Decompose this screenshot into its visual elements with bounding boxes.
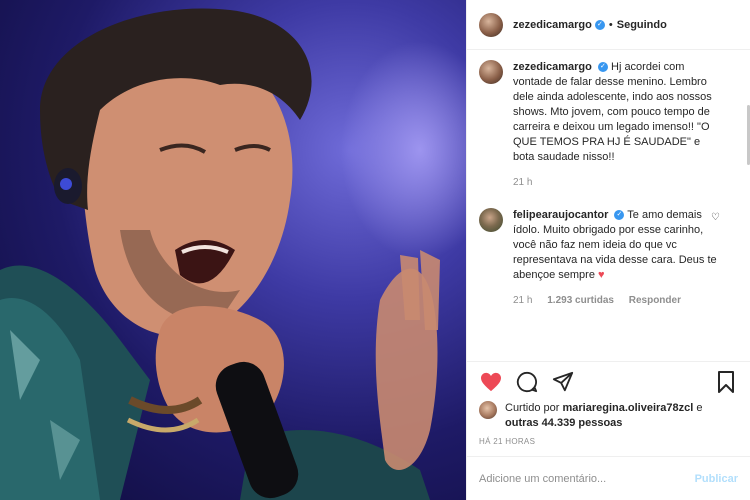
- comment-like-heart-icon[interactable]: ♡: [711, 212, 720, 223]
- share-button[interactable]: [551, 370, 575, 394]
- likes-prefix: Curtido por: [505, 402, 560, 414]
- comment-icon: [516, 371, 538, 392]
- likes-and: e: [696, 402, 703, 414]
- caption-text: Hj acordei com vontade de falar desse me…: [513, 61, 712, 163]
- following-button[interactable]: Seguindo: [617, 19, 667, 31]
- bookmark-icon: [718, 370, 734, 393]
- comment-input[interactable]: [479, 472, 687, 485]
- caption-avatar[interactable]: [479, 60, 503, 84]
- author-username[interactable]: zezedicamargo: [513, 19, 592, 31]
- comment-button[interactable]: [515, 370, 539, 394]
- comments-list[interactable]: zezedicamargo ✓ Hj acordei com vontade d…: [467, 50, 750, 361]
- add-comment-bar: Publicar: [467, 456, 750, 500]
- like-button[interactable]: [479, 370, 503, 394]
- post-header: zezedicamargo ✓ • Seguindo: [467, 0, 750, 50]
- verified-badge-icon: ✓: [614, 210, 625, 221]
- action-bar: [467, 361, 750, 401]
- likes-others[interactable]: outras 44.339 pessoas: [505, 417, 622, 429]
- caption-author[interactable]: zezedicamargo: [513, 61, 592, 73]
- comment-item: felipearaujocantor ✓ Te amo demais ídolo…: [479, 208, 738, 308]
- comment-likes[interactable]: 1.293 curtidas: [547, 295, 614, 306]
- post-side-panel: zezedicamargo ✓ • Seguindo zezedicamargo…: [466, 0, 750, 500]
- caption: zezedicamargo ✓ Hj acordei com vontade d…: [479, 60, 738, 190]
- comment-time[interactable]: 21 h: [513, 295, 532, 306]
- filled-heart-icon: [481, 372, 501, 391]
- separator-dot: •: [608, 18, 613, 31]
- post-image[interactable]: [0, 0, 466, 500]
- author-avatar[interactable]: [479, 12, 503, 37]
- comment-author[interactable]: felipearaujocantor: [513, 209, 608, 221]
- red-heart-emoji-icon: ♥: [598, 269, 605, 281]
- paper-plane-icon: [552, 371, 574, 391]
- post-timestamp[interactable]: HÁ 21 HORAS: [467, 431, 750, 456]
- verified-badge-icon: ✓: [597, 62, 608, 73]
- reply-button[interactable]: Responder: [629, 295, 681, 306]
- save-button[interactable]: [714, 370, 738, 394]
- publish-button[interactable]: Publicar: [695, 473, 738, 485]
- likes-summary: Curtido por mariaregina.oliveira78zcl e …: [467, 401, 750, 431]
- liker-avatar[interactable]: [479, 401, 497, 419]
- comment-avatar[interactable]: [479, 208, 503, 232]
- caption-time[interactable]: 21 h: [513, 177, 532, 188]
- singer-illustration: [0, 8, 440, 500]
- liker-username[interactable]: mariaregina.oliveira78zcl: [562, 402, 693, 414]
- verified-badge-icon: ✓: [594, 19, 605, 30]
